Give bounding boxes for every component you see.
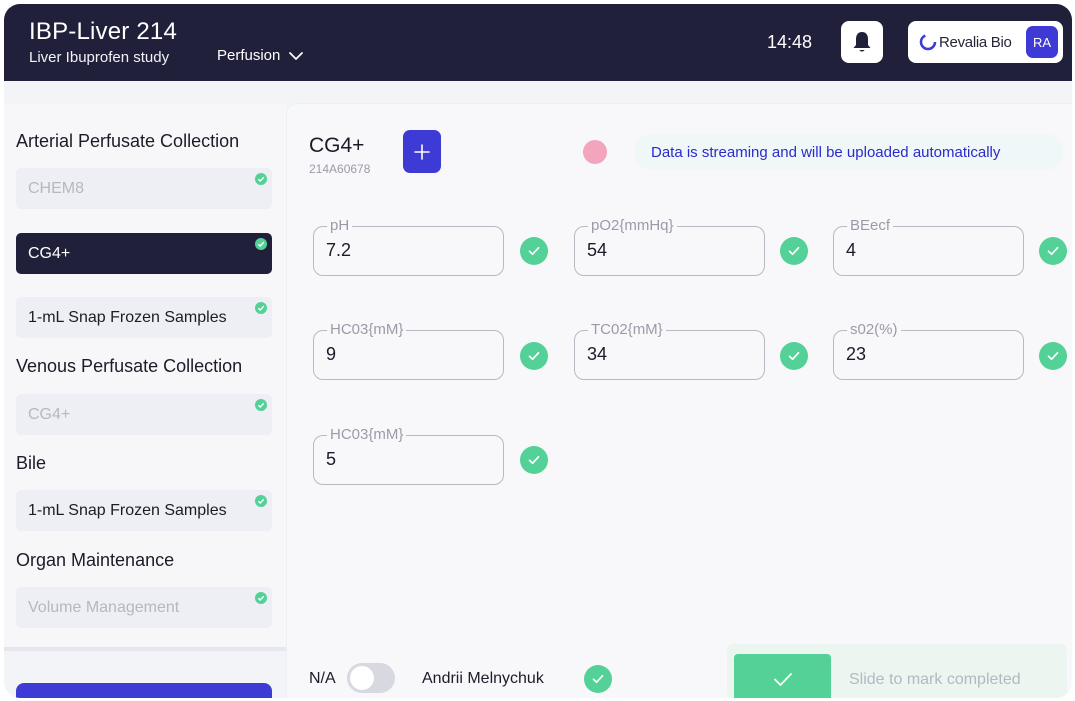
- tco2-field[interactable]: TC02{mM} 34: [574, 321, 765, 380]
- section-title-bile: Bile: [16, 453, 47, 473]
- check-icon: [780, 342, 808, 370]
- clock: 14:48: [767, 32, 813, 52]
- sidebar-divider: [4, 647, 287, 651]
- so2-field[interactable]: s02(%) 23: [833, 321, 1024, 380]
- app-window: IBP-Liver 214 Liver Ibuprofen study Perf…: [4, 4, 1072, 698]
- field-label: HC03{mM}: [327, 321, 407, 339]
- check-icon: [584, 665, 612, 693]
- section-title-arterial: Arterial Perfusate Collection: [16, 131, 240, 151]
- field-label: HC03{mM}: [327, 426, 407, 444]
- check-icon: [255, 302, 267, 314]
- sidebar-item-snap-frozen-bile[interactable]: 1-mL Snap Frozen Samples: [16, 490, 272, 531]
- field-value: 23: [846, 344, 867, 364]
- add-button[interactable]: [403, 130, 441, 173]
- po2-field[interactable]: pO2{mmHq} 54: [574, 217, 765, 276]
- top-header: IBP-Liver 214 Liver Ibuprofen study Perf…: [4, 4, 1072, 81]
- stream-status-text: Data is streaming and will be uploaded a…: [651, 143, 1001, 161]
- sidebar-item-label: CG4+: [28, 244, 71, 262]
- study-name: Liver Ibuprofen study: [29, 49, 170, 66]
- field-value: 34: [587, 344, 608, 364]
- check-icon: [255, 592, 267, 604]
- stream-status-indicator: [583, 140, 607, 164]
- sidebar-item-cg4-venous[interactable]: CG4+: [16, 394, 272, 435]
- check-icon: [773, 673, 792, 686]
- sidebar-item-label: 1-mL Snap Frozen Samples: [28, 308, 227, 326]
- field-value: 7.2: [326, 240, 352, 260]
- field-value: 9: [326, 344, 337, 364]
- case-title: IBP-Liver 214: [29, 18, 178, 45]
- chevron-down-icon: [289, 51, 304, 60]
- bell-icon: [853, 32, 871, 52]
- check-icon: [255, 399, 267, 411]
- sidebar-item-label: CG4+: [28, 405, 71, 423]
- na-toggle[interactable]: [347, 663, 395, 693]
- field-label: pO2{mmHq}: [588, 217, 677, 235]
- sidebar: Arterial Perfusate Collection CHEM8 CG4+…: [4, 104, 287, 649]
- notifications-button[interactable]: [841, 21, 883, 63]
- ph-field[interactable]: pH 7.2: [313, 217, 504, 276]
- avatar[interactable]: RA: [1026, 26, 1058, 58]
- check-icon: [1039, 342, 1067, 370]
- sidebar-item-volume-management[interactable]: Volume Management: [16, 587, 272, 628]
- field-label: s02(%): [847, 321, 901, 339]
- hco3-field-second[interactable]: HC03{mM} 5: [313, 426, 504, 485]
- field-label: BEecf: [847, 217, 894, 235]
- na-label: N/A: [309, 670, 336, 687]
- beecf-field[interactable]: BEecf 4: [833, 217, 1024, 276]
- phase-dropdown[interactable]: Perfusion: [217, 47, 304, 64]
- main-panel: CG4+ 214A60678 Data is streaming and wil…: [287, 104, 1072, 698]
- phase-label: Perfusion: [217, 47, 281, 64]
- check-icon: [520, 237, 548, 265]
- field-value: 54: [587, 240, 608, 260]
- sidebar-item-cg4-arterial[interactable]: CG4+: [16, 233, 272, 274]
- account-menu[interactable]: Revalia Bio RA: [908, 21, 1063, 63]
- device-title: CG4+: [309, 134, 365, 157]
- complete-slider[interactable]: Slide to mark completed: [727, 644, 1067, 698]
- check-icon: [780, 237, 808, 265]
- sidebar-action-button[interactable]: [16, 683, 272, 698]
- hco3-field[interactable]: HC03{mM} 9: [313, 321, 504, 380]
- check-icon: [255, 495, 267, 507]
- sidebar-item-snap-frozen-arterial[interactable]: 1-mL Snap Frozen Samples: [16, 297, 272, 338]
- stream-status-banner: Data is streaming and will be uploaded a…: [634, 134, 1064, 170]
- sidebar-item-chem8[interactable]: CHEM8: [16, 168, 272, 209]
- section-title-organ-maintenance: Organ Maintenance: [16, 550, 175, 570]
- brand-logo: Revalia Bio: [919, 33, 1012, 51]
- brand-name: Revalia Bio: [939, 33, 1012, 51]
- user-name: Andrii Melnychuk: [422, 670, 544, 687]
- field-value: 5: [326, 449, 337, 469]
- toggle-knob: [350, 666, 374, 690]
- plus-icon: [414, 143, 430, 160]
- field-label: TC02{mM}: [588, 321, 666, 339]
- logo-icon: [919, 33, 937, 51]
- sidebar-item-label: CHEM8: [28, 179, 85, 197]
- check-icon: [255, 238, 267, 250]
- device-serial: 214A60678: [309, 162, 371, 176]
- check-icon: [520, 342, 548, 370]
- field-value: 4: [846, 240, 857, 260]
- check-icon: [1039, 237, 1067, 265]
- section-title-venous: Venous Perfusate Collection: [16, 356, 243, 376]
- slider-label: Slide to mark completed: [849, 671, 1021, 688]
- check-icon: [520, 446, 548, 474]
- sidebar-item-label: 1-mL Snap Frozen Samples: [28, 501, 227, 519]
- sidebar-item-label: Volume Management: [28, 598, 180, 616]
- slider-handle[interactable]: [734, 654, 831, 698]
- check-icon: [255, 173, 267, 185]
- field-label: pH: [327, 217, 353, 235]
